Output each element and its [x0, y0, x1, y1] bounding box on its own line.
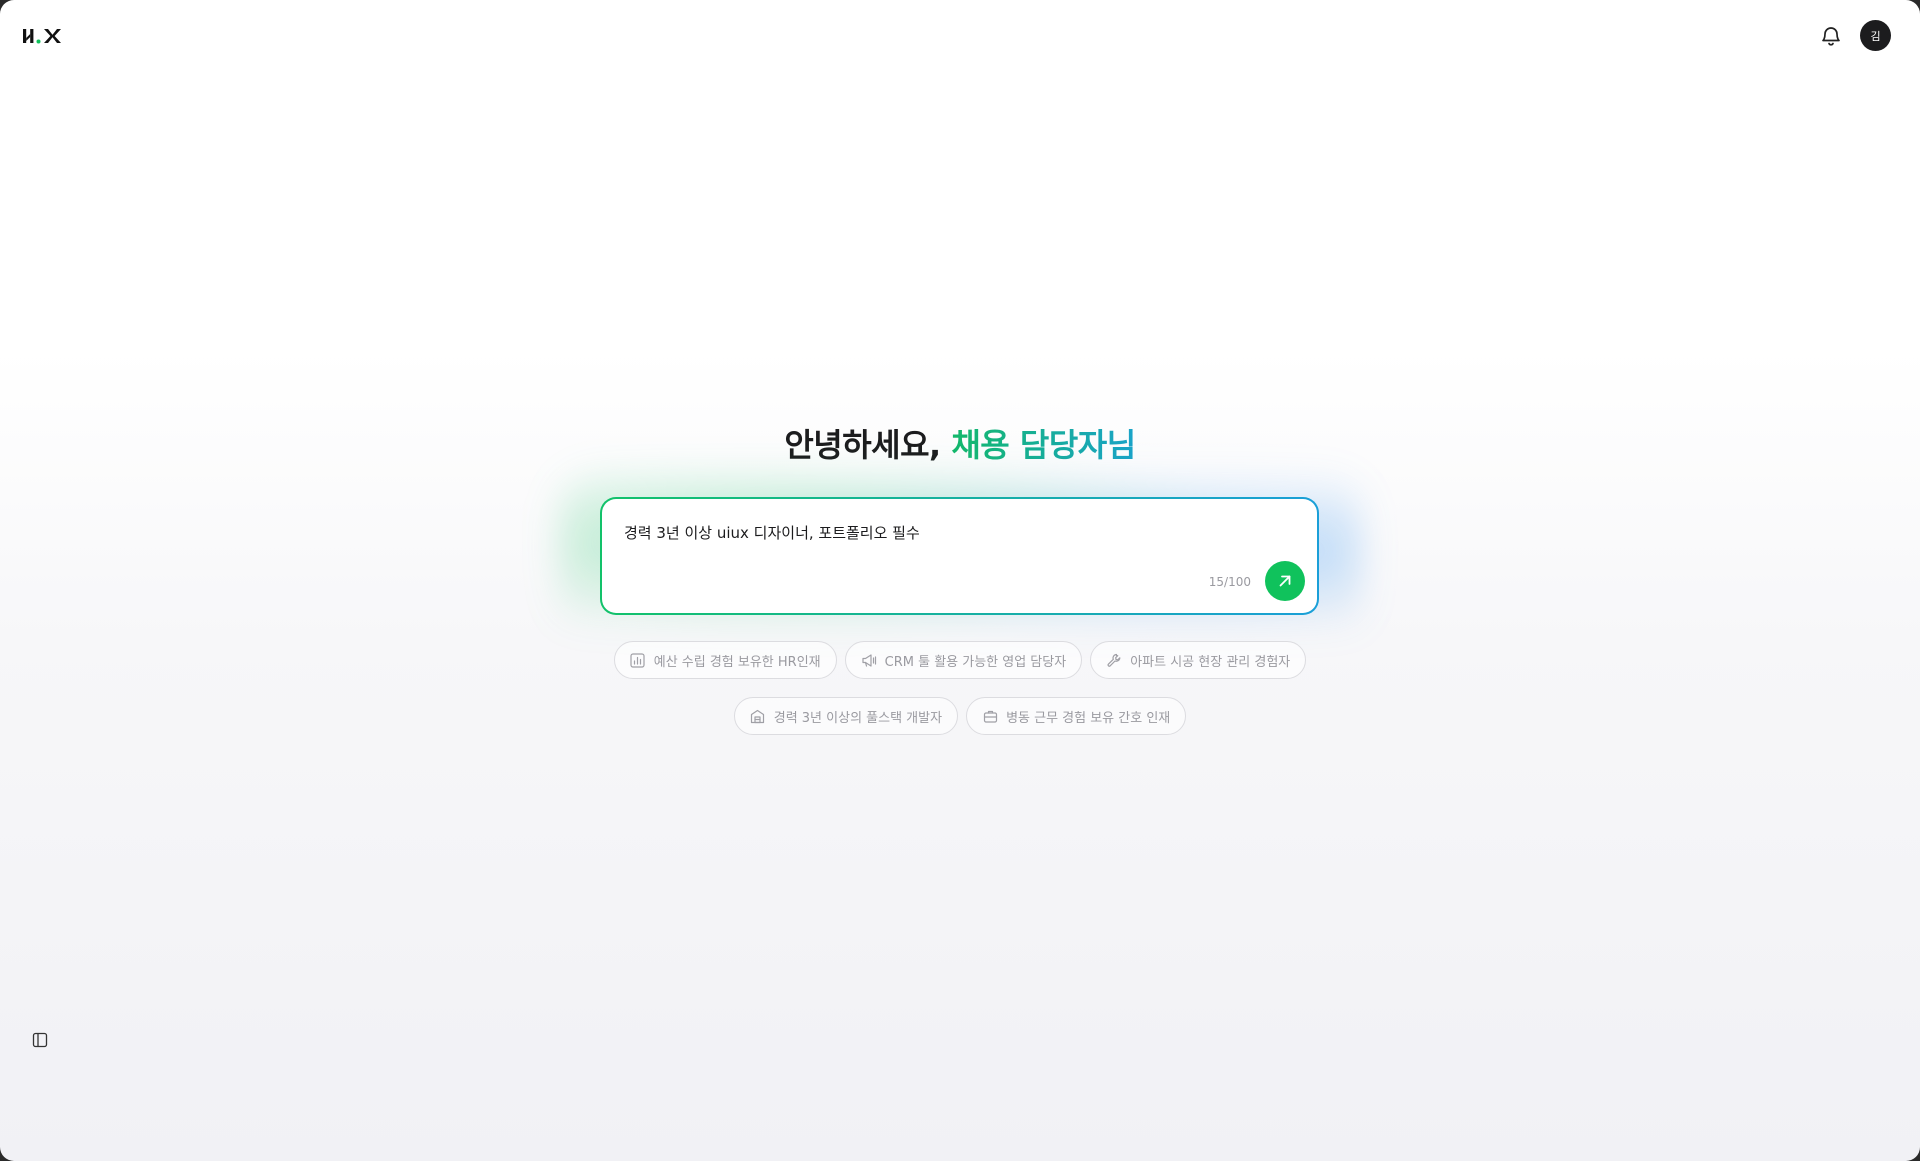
avatar[interactable]: 김	[1860, 20, 1891, 51]
prompt-input[interactable]	[624, 523, 1264, 541]
send-button[interactable]	[1265, 561, 1305, 601]
prompt-inner: 15/100	[602, 499, 1317, 613]
megaphone-icon	[861, 652, 877, 668]
building-icon	[750, 708, 766, 724]
suggestion-chip[interactable]: 경력 3년 이상의 풀스택 개발자	[733, 697, 959, 735]
sidebar-toggle-icon[interactable]	[30, 1030, 50, 1050]
suggestion-chip[interactable]: CRM 툴 활용 가능한 영업 담당자	[844, 641, 1083, 679]
notification-bell-icon[interactable]	[1818, 23, 1844, 49]
suggestion-row: 예산 수립 경험 보유한 HR인재 CRM 툴 활용 가능한 영업 담당자 아파…	[0, 641, 1920, 679]
greeting-text: 안녕하세요,	[784, 426, 941, 464]
briefcase-icon	[982, 708, 998, 724]
char-count: 15/100	[1208, 575, 1251, 589]
suggestion-chip[interactable]: 병동 근무 경험 보유 간호 인재	[966, 697, 1187, 735]
logo[interactable]	[23, 24, 65, 48]
bar-chart-icon	[630, 652, 646, 668]
greeting-heading: 안녕하세요, 채용 담당자님	[0, 420, 1920, 466]
app-window: 김 안녕하세요, 채용 담당자님 15/100 예산 수립 경험	[0, 0, 1920, 1161]
logo-mark	[23, 29, 61, 44]
suggestion-chip[interactable]: 아파트 시공 현장 관리 경험자	[1090, 641, 1307, 679]
greeting-accent: 채용 담당자님	[951, 426, 1136, 464]
suggestion-label: CRM 툴 활용 가능한 영업 담당자	[884, 654, 1067, 670]
arrow-up-right-icon	[1279, 575, 1291, 587]
suggestion-label: 아파트 시공 현장 관리 경험자	[1130, 654, 1291, 670]
wrench-icon	[1106, 652, 1122, 668]
suggestion-label: 예산 수립 경험 보유한 HR인재	[653, 654, 821, 670]
suggestion-label: 병동 근무 경험 보유 간호 인재	[1006, 710, 1171, 726]
suggestion-chip[interactable]: 예산 수립 경험 보유한 HR인재	[613, 641, 837, 679]
suggestion-row: 경력 3년 이상의 풀스택 개발자 병동 근무 경험 보유 간호 인재	[0, 697, 1920, 735]
prompt-box: 15/100	[600, 497, 1319, 615]
suggestion-label: 경력 3년 이상의 풀스택 개발자	[773, 710, 943, 726]
